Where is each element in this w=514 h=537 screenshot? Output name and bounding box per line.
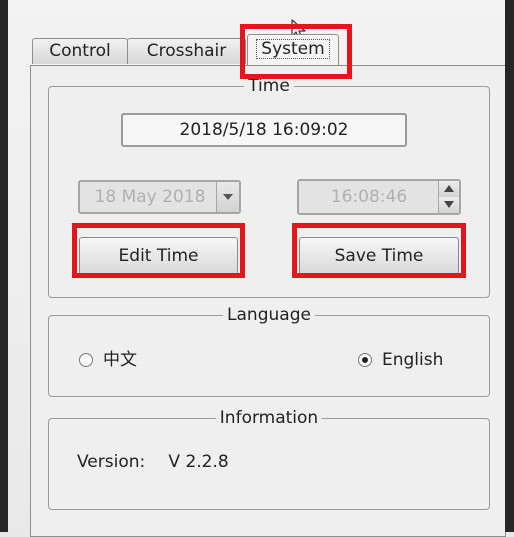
current-datetime-display: 2018/5/18 16:09:02: [121, 113, 407, 147]
time-group-title: Time: [244, 76, 294, 96]
device-bezel-right: [505, 0, 514, 532]
highlight-box-save-time: [292, 223, 466, 278]
highlight-box-edit-time: [72, 223, 245, 278]
radio-button-english[interactable]: [358, 353, 372, 367]
language-label-chinese: 中文: [103, 350, 137, 370]
time-value: 16:08:46: [330, 187, 408, 207]
version-value: V 2.2.8: [168, 452, 229, 472]
highlight-box-system-tab: [240, 24, 352, 79]
spin-up-button[interactable]: [438, 181, 459, 198]
language-option-english[interactable]: English: [358, 349, 443, 371]
dropdown-arrow-button[interactable]: [216, 182, 239, 212]
information-group-title: Information: [215, 408, 323, 428]
version-label: Version:: [77, 452, 146, 472]
chevron-down-icon: [223, 194, 233, 200]
arrow-down-icon: [444, 201, 454, 208]
time-spinbox[interactable]: 16:08:46: [297, 179, 461, 215]
language-group-title: Language: [223, 305, 315, 325]
tab-crosshair[interactable]: Crosshair: [127, 38, 246, 64]
language-option-chinese[interactable]: 中文: [79, 349, 137, 371]
language-label-english: English: [382, 350, 444, 370]
version-row: Version: V 2.2.8: [77, 451, 229, 473]
device-bezel-left: [0, 0, 8, 532]
date-value: 18 May 2018: [94, 187, 206, 207]
spin-down-button[interactable]: [438, 197, 459, 213]
tab-control[interactable]: Control: [32, 38, 128, 64]
radio-button-chinese[interactable]: [79, 353, 93, 367]
date-picker[interactable]: 18 May 2018: [78, 180, 241, 214]
arrow-up-icon: [444, 185, 454, 192]
